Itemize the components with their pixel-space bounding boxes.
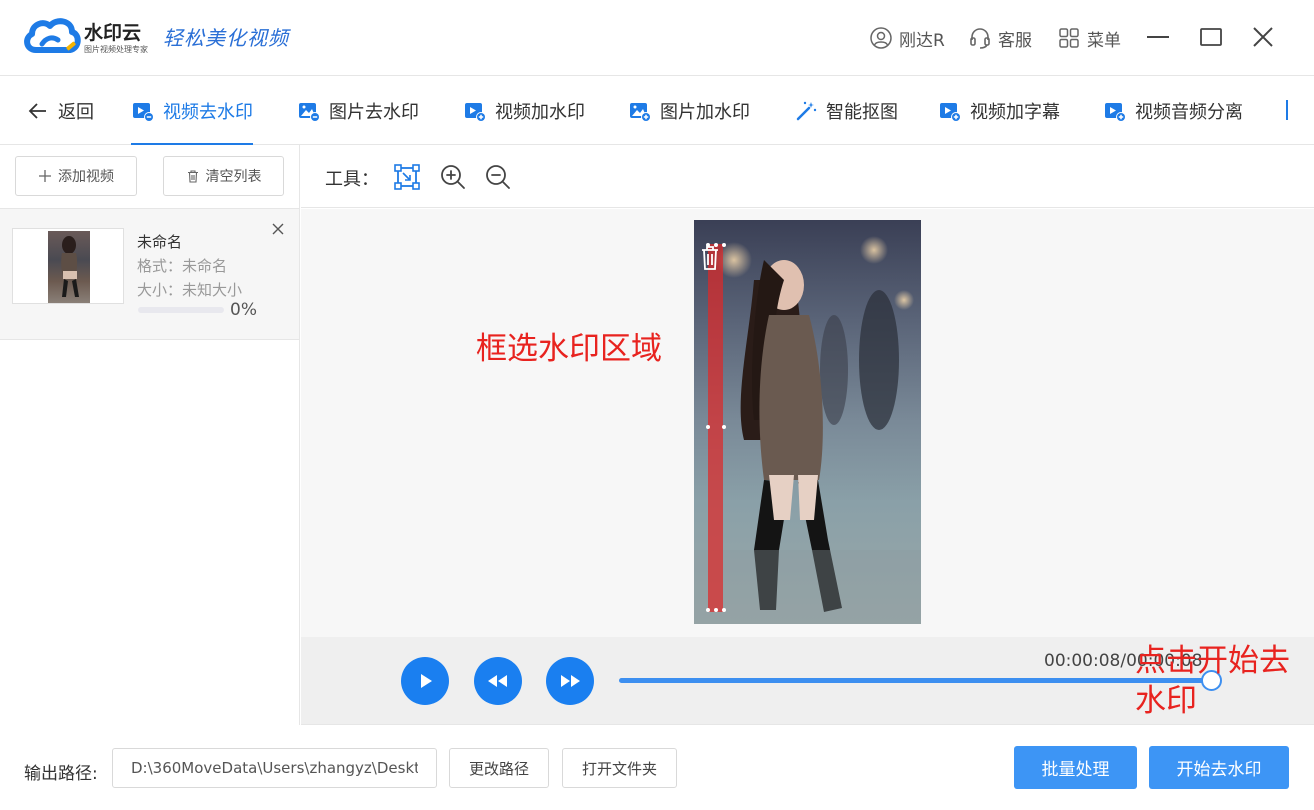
player-controls: 00:00:08/00:00:08 点击开始去水印 [301, 637, 1314, 725]
play-icon [421, 674, 432, 688]
zoom-in-icon[interactable] [439, 163, 467, 191]
resize-handle-bottom-icon[interactable] [704, 607, 728, 613]
nav-scroll-indicator [1286, 100, 1288, 120]
zoom-out-icon[interactable] [484, 163, 512, 191]
person-silhouette-icon [61, 236, 79, 297]
app-slogan: 轻松美化视频 [163, 26, 289, 50]
back-label: 返回 [58, 101, 94, 123]
menu-label: 菜单 [1087, 30, 1121, 51]
tab-label: 视频加水印 [495, 101, 585, 123]
file-list-panel: 添加视频 清空列表 未命名 格式：未命名 大小：未知大小 0% [0, 145, 300, 725]
image-plus-icon [630, 102, 651, 122]
start-removal-hint: 点击开始去水印 [1135, 643, 1290, 719]
user-icon [870, 27, 892, 49]
video-minus-icon [133, 102, 154, 122]
magic-wand-icon [796, 101, 817, 120]
thumbnail-image [48, 231, 90, 303]
plus-icon [39, 170, 51, 182]
tab-label: 智能抠图 [826, 101, 898, 123]
rewind-button[interactable] [474, 657, 522, 705]
clear-list-button[interactable]: 清空列表 [163, 156, 284, 196]
user-account-button[interactable]: 刚达R [869, 24, 945, 52]
image-minus-icon [299, 102, 320, 122]
video-canvas[interactable] [694, 220, 921, 624]
customer-service-label: 客服 [998, 30, 1032, 51]
tab-video-audio-separation[interactable]: 视频音频分离 [1103, 76, 1243, 145]
video-plus-icon [465, 102, 486, 122]
maximize-icon [1200, 28, 1222, 46]
tab-smart-cutout[interactable]: 智能抠图 [794, 76, 898, 145]
file-name: 未命名 [137, 233, 183, 251]
fast-forward-icon [561, 675, 580, 687]
menu-button[interactable]: 菜单 [1057, 24, 1121, 52]
tab-video-watermark-add[interactable]: 视频加水印 [463, 76, 585, 145]
video-preview-area: 框选水印区域 [301, 209, 1314, 637]
tab-label: 图片加水印 [660, 101, 750, 123]
feature-nav: 返回 视频去水印 图片去水印 视频加水印 图片加水印 智能抠图 视频加字幕 视频… [0, 76, 1314, 145]
trash-icon [187, 170, 198, 183]
video-subtitle-icon [940, 102, 961, 122]
resize-handle-top-icon[interactable] [704, 242, 728, 248]
title-bar: 水印云 图片视频处理专家 轻松美化视频 刚达R 客服 菜单 [0, 0, 1314, 76]
remove-file-icon[interactable] [270, 221, 286, 237]
video-audio-icon [1105, 102, 1126, 122]
file-format: 格式：未命名 [137, 257, 228, 275]
fast-forward-button[interactable] [546, 657, 594, 705]
tab-image-watermark-add[interactable]: 图片加水印 [628, 76, 750, 145]
edit-toolbar: 工具： [301, 145, 1314, 208]
select-region-icon[interactable] [393, 163, 421, 191]
back-button[interactable]: 返回 [26, 76, 94, 145]
grid-menu-icon [1059, 28, 1079, 48]
headset-icon [970, 28, 990, 49]
rewind-icon [488, 675, 507, 687]
user-name: 刚达R [899, 30, 945, 51]
batch-process-button[interactable]: 批量处理 [1014, 746, 1137, 789]
clear-list-label: 清空列表 [205, 169, 262, 185]
output-bar: 输出路径: 更改路径 打开文件夹 批量处理 开始去水印 [0, 725, 1314, 810]
tab-label: 图片去水印 [329, 101, 419, 123]
tab-video-subtitles[interactable]: 视频加字幕 [938, 76, 1060, 145]
minimize-button[interactable] [1143, 22, 1173, 52]
cloud-logo-icon [24, 18, 81, 53]
output-path-label: 输出路径: [24, 764, 98, 784]
video-frame-image [694, 236, 921, 624]
tab-label: 视频音频分离 [1135, 101, 1243, 123]
close-window-button[interactable] [1248, 22, 1278, 52]
start-removal-button[interactable]: 开始去水印 [1149, 746, 1289, 789]
seek-bar[interactable] [619, 678, 1211, 683]
play-button[interactable] [401, 657, 449, 705]
maximize-button[interactable] [1196, 22, 1226, 52]
add-video-label: 添加视频 [58, 169, 114, 185]
minimize-icon [1147, 36, 1169, 38]
tools-label: 工具： [325, 169, 379, 190]
file-size: 大小：未知大小 [137, 281, 243, 299]
delete-selection-icon[interactable] [698, 244, 722, 272]
arrow-left-icon [28, 102, 46, 119]
app-subtitle: 图片视频处理专家 [84, 45, 148, 54]
customer-service-button[interactable]: 客服 [968, 24, 1032, 52]
output-path-field[interactable] [112, 748, 437, 788]
file-progress-text: 0% [230, 300, 257, 320]
add-video-button[interactable]: 添加视频 [15, 156, 137, 196]
video-thumbnail [12, 228, 124, 304]
tab-image-watermark-remove[interactable]: 图片去水印 [297, 76, 419, 145]
file-list-item[interactable]: 未命名 格式：未命名 大小：未知大小 0% [0, 208, 299, 340]
change-path-button[interactable]: 更改路径 [449, 748, 549, 788]
file-progress-bar [138, 307, 224, 313]
tab-label: 视频加字幕 [970, 101, 1060, 123]
resize-handle-middle-icon[interactable] [704, 424, 728, 430]
app-name: 水印云 [84, 22, 142, 44]
tab-label: 视频去水印 [163, 101, 253, 123]
tab-video-watermark-remove[interactable]: 视频去水印 [131, 76, 253, 145]
close-icon [1253, 27, 1273, 47]
select-region-hint: 框选水印区域 [476, 331, 662, 367]
open-folder-button[interactable]: 打开文件夹 [562, 748, 677, 788]
